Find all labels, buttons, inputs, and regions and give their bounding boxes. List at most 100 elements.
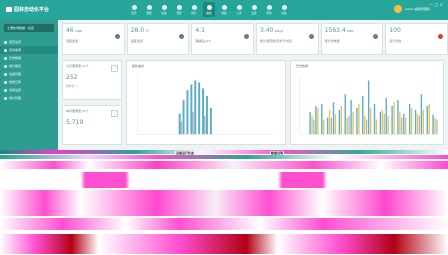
nav-item-10[interactable]: 帮助 (263, 2, 275, 17)
nav-4-icon (176, 4, 182, 10)
top-nav: 监控 数据 设备 预警 统计 曲线 视频 日志 设置 帮助 系统 (128, 2, 290, 17)
report-icon (4, 64, 7, 68)
expand-button[interactable] (111, 65, 118, 72)
mini-sub: 较昨日 ↑ (66, 84, 78, 88)
nav-item-3[interactable]: 设备 (158, 2, 170, 17)
sidebar-item-alarm[interactable]: 告警记录 (0, 78, 58, 86)
nav-9-icon (251, 4, 257, 10)
nav-8-icon (236, 4, 242, 10)
stat-card-status: 100 运行状态 (385, 23, 448, 55)
stat-value: 100 (389, 27, 401, 34)
ph-icon (244, 34, 250, 39)
stat-value: 3.40 (260, 27, 274, 34)
nav-7-icon (221, 4, 227, 10)
alarm-icon (4, 80, 7, 84)
mini-value: 5,719 (66, 119, 84, 126)
trend-chart-card: 趋势曲线 (126, 60, 286, 145)
user-name: admin 超级管理员 (404, 7, 430, 11)
nav-item-1[interactable]: 监控 (128, 2, 140, 17)
stat-unit: kWh (346, 29, 354, 33)
stat-card-power: 1563.4 kWh 累计用电量 (320, 23, 384, 55)
glitch-row (0, 161, 448, 169)
sidebar: 土壤检测数据 · 总览 首页总览 实时监测 历史数据 统计报表 设备管理 告警记… (0, 20, 58, 150)
stat-unit: %RH (74, 29, 83, 33)
stat-label: 温度监测 (130, 39, 143, 43)
glitch-row (0, 172, 448, 188)
device-icon (4, 72, 7, 76)
stat-unit: ℃ (145, 29, 149, 33)
glitch-text: 数据说明 (270, 151, 285, 155)
nav-5-icon (191, 4, 197, 10)
stat-label: 运行状态 (389, 39, 402, 43)
stat-label: 累计灌溉量(历史平均值) (260, 39, 293, 43)
nav-10-icon (266, 4, 272, 10)
history-chart-card: 历史数据 (290, 60, 444, 145)
stat-value: 1563.4 (324, 27, 346, 34)
stat-card-temperature: 28.0 ℃ 温度监测 (126, 23, 190, 55)
user-area[interactable]: admin 超级管理员 (393, 5, 430, 13)
trend-chart (137, 75, 275, 135)
nav-item-8[interactable]: 日志 (233, 2, 245, 17)
stat-card-ph: 4.1 酸碱度(pH) (191, 23, 255, 55)
glitch-text: 设备运行状态 (175, 151, 196, 155)
history-chart (299, 75, 439, 135)
main-panel: 46 %RH 湿度监测 28.0 ℃ 温度监测 4.1 酸碱度(pH) 3.40… (58, 20, 448, 150)
brand: 园林自动化平台 (6, 6, 49, 13)
water-icon (308, 34, 314, 39)
close-icon[interactable]: × (440, 2, 443, 7)
humidity-icon (114, 34, 120, 39)
sidebar-item-users[interactable]: 用户管理 (0, 94, 58, 102)
stats-row: 46 %RH 湿度监测 28.0 ℃ 温度监测 4.1 酸碱度(pH) 3.40… (62, 23, 448, 55)
nav-item-2[interactable]: 数据 (143, 2, 155, 17)
stat-card-irrigation: 3.40 kW/㎡ 累计灌溉量(历史平均值) (256, 23, 319, 55)
nav-6-icon (206, 4, 212, 10)
nav-item-6[interactable]: 曲线 (203, 2, 215, 17)
sidebar-item-overview[interactable]: 首页总览 (0, 38, 58, 46)
sidebar-header[interactable]: 土壤检测数据 · 总览 (4, 24, 54, 32)
mini-value: 252 (66, 74, 78, 81)
nav-11-icon (281, 4, 287, 10)
month-irrigation-card: 本月灌溉量 (m³) 5,719 (62, 105, 122, 145)
top-bar: 园林自动化平台 监控 数据 设备 预警 统计 曲线 视频 日志 设置 帮助 系统… (0, 0, 448, 20)
stat-value: 46 (66, 27, 74, 34)
history-icon (4, 56, 7, 60)
window-controls: — □ × (429, 2, 443, 7)
nav-item-7[interactable]: 视频 (218, 2, 230, 17)
left-cards: 今日灌溉量 (m³) 252 较昨日 ↑ 本月灌溉量 (m³) 5,719 (62, 60, 122, 145)
corrupted-area: 设备运行状态 数据说明 (0, 150, 448, 255)
nav-2-icon (146, 4, 152, 10)
today-irrigation-card: 今日灌溉量 (m³) 252 较昨日 ↑ (62, 60, 122, 100)
stat-card-humidity: 46 %RH 湿度监测 (62, 23, 125, 55)
weather-icon (393, 5, 402, 13)
maximize-icon[interactable]: □ (435, 2, 439, 7)
stat-label: 累计用电量 (324, 39, 340, 43)
glitch-row (0, 190, 448, 216)
sidebar-item-realtime[interactable]: 实时监测 (0, 46, 58, 54)
nav-item-11[interactable]: 系统 (278, 2, 290, 17)
users-icon (4, 96, 7, 100)
glitch-row (0, 234, 448, 254)
nav-item-5[interactable]: 统计 (188, 2, 200, 17)
glitch-row (0, 150, 448, 154)
nav-3-icon (161, 4, 167, 10)
expand-button[interactable] (111, 110, 118, 117)
stat-value: 28.0 (130, 27, 145, 34)
sidebar-item-device[interactable]: 设备管理 (0, 70, 58, 78)
nav-item-4[interactable]: 预警 (173, 2, 185, 17)
stat-unit: kW/㎡ (274, 29, 284, 33)
sidebar-item-report[interactable]: 统计报表 (0, 62, 58, 70)
glitch-row (0, 218, 448, 230)
nav-item-9[interactable]: 设置 (248, 2, 260, 17)
stat-value: 4.1 (195, 27, 205, 34)
realtime-icon (4, 48, 7, 52)
glitch-row (0, 155, 448, 159)
overview-icon (4, 40, 7, 44)
minimize-icon[interactable]: — (429, 2, 433, 7)
logo-icon (6, 7, 12, 12)
app-title: 园林自动化平台 (14, 7, 50, 13)
stat-label: 酸碱度(pH) (195, 39, 211, 43)
sidebar-item-settings[interactable]: 系统设置 (0, 86, 58, 94)
settings-icon (4, 88, 7, 92)
sidebar-item-history[interactable]: 历史数据 (0, 54, 58, 62)
nav-1-icon (131, 4, 137, 10)
